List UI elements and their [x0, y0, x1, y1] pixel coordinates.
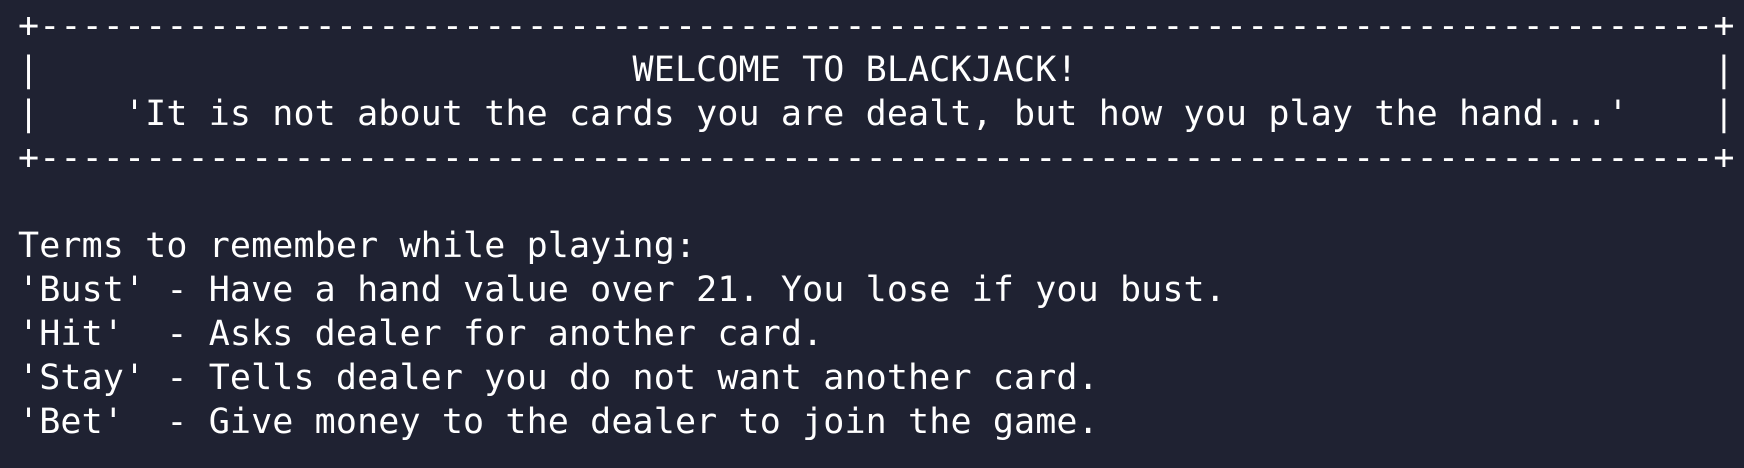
- terms-heading: Terms to remember while playing:: [18, 226, 697, 266]
- term-hit: 'Hit' - Asks dealer for another card.: [18, 314, 824, 354]
- term-bust: 'Bust' - Have a hand value over 21. You …: [18, 270, 1226, 310]
- term-stay: 'Stay' - Tells dealer you do not want an…: [18, 358, 1099, 398]
- banner-bottom-border: +---------------------------------------…: [18, 138, 1735, 178]
- banner-title: | WELCOME TO BLACKJACK! |: [18, 50, 1735, 90]
- banner-top-border: +---------------------------------------…: [18, 6, 1735, 46]
- term-bet: 'Bet' - Give money to the dealer to join…: [18, 402, 1099, 442]
- terminal-window: +---------------------------------------…: [0, 0, 1744, 468]
- banner-quote: | 'It is not about the cards you are dea…: [18, 94, 1735, 134]
